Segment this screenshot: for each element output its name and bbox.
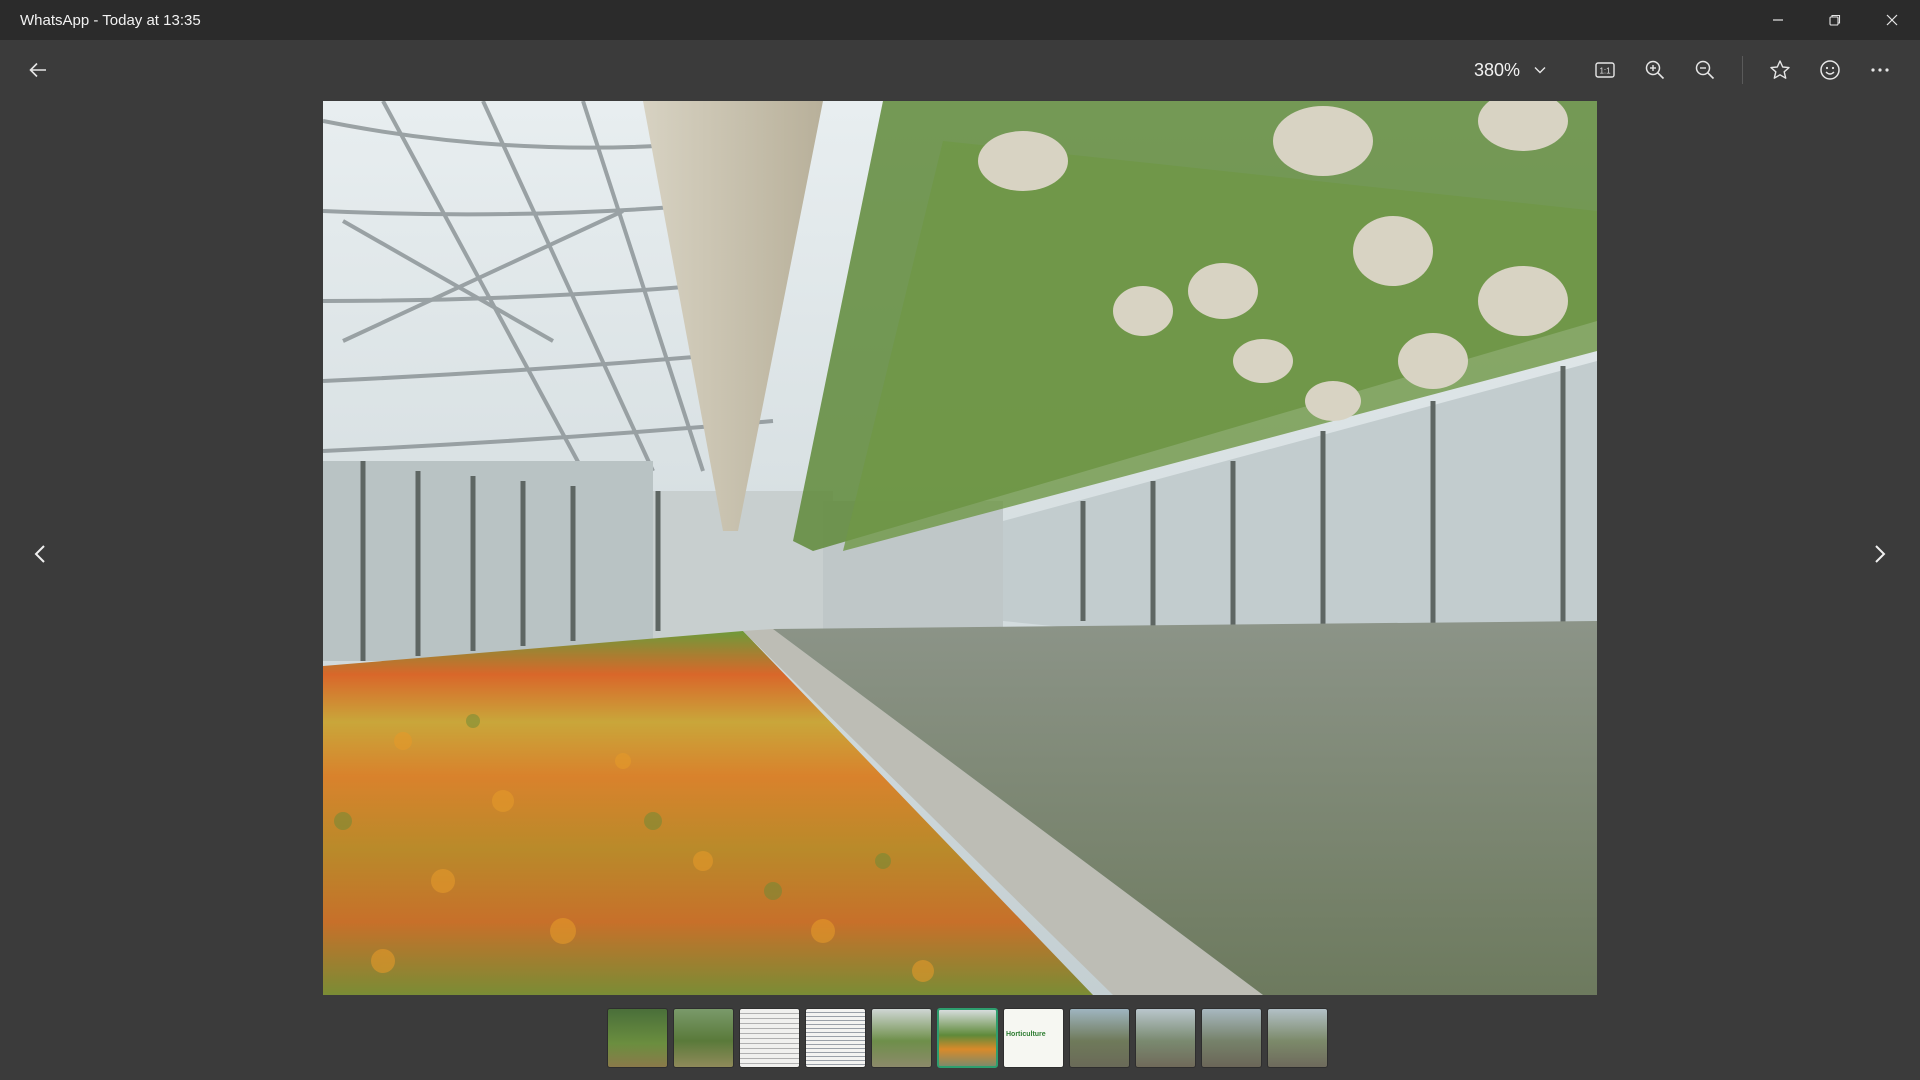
react-button[interactable] [1810,50,1850,90]
zoom-in-button[interactable] [1635,50,1675,90]
thumbnail[interactable] [1135,1008,1196,1068]
thumbnail[interactable] [805,1008,866,1068]
favorite-button[interactable] [1760,50,1800,90]
chevron-down-icon [1534,67,1546,74]
thumbnail[interactable] [739,1008,800,1068]
main-image[interactable] [323,101,1597,995]
viewer-toolbar: 380% 1:1 [0,40,1920,100]
arrow-left-icon [29,62,46,78]
actual-size-button[interactable]: 1:1 [1585,50,1625,90]
photo-viewer-window: WhatsApp - Today at 13:35 380% 1:1 Horti… [0,0,1920,1080]
thumbnail[interactable]: Horticulture [1003,1008,1064,1068]
smiley-icon [1820,60,1840,80]
thumbnail[interactable] [673,1008,734,1068]
chevron-left-icon [34,545,45,563]
thumbnail-label: Horticulture [1006,1031,1046,1038]
thumbnail[interactable] [1267,1008,1328,1068]
title-bar: WhatsApp - Today at 13:35 [0,0,1920,40]
chevron-right-icon [1875,545,1886,563]
window-title: WhatsApp - Today at 13:35 [20,11,201,29]
star-icon [1770,60,1790,79]
minimize-button[interactable] [1749,0,1806,40]
zoom-in-icon [1645,60,1665,80]
zoom-out-button[interactable] [1685,50,1725,90]
actual-size-icon: 1:1 [1595,62,1615,78]
toolbar-separator [1742,56,1743,84]
more-options-button[interactable] [1860,50,1900,90]
zoom-level-value: 380% [1473,59,1520,80]
thumbnail[interactable] [1201,1008,1262,1068]
thumbnail-strip: Horticulture [607,1008,1328,1068]
next-image-button[interactable] [1860,524,1900,584]
back-button[interactable] [18,50,58,90]
previous-image-button[interactable] [20,524,60,584]
thumbnail[interactable] [1069,1008,1130,1068]
thumbnail[interactable] [871,1008,932,1068]
thumbnail-selected[interactable] [937,1008,998,1068]
greenhouse-photo [323,101,1597,995]
minimize-icon [1772,19,1783,21]
toolbar-actions: 380% 1:1 [1460,40,1920,100]
restore-icon [1828,14,1840,26]
close-icon [1886,14,1897,26]
restore-button[interactable] [1806,0,1863,40]
thumbnail[interactable] [607,1008,668,1068]
close-button[interactable] [1863,0,1920,40]
window-controls [1749,0,1920,40]
svg-text:1:1: 1:1 [1599,67,1611,76]
zoom-level-dropdown[interactable]: 380% [1460,50,1560,90]
more-icon [1871,68,1889,72]
zoom-out-icon [1695,60,1715,80]
